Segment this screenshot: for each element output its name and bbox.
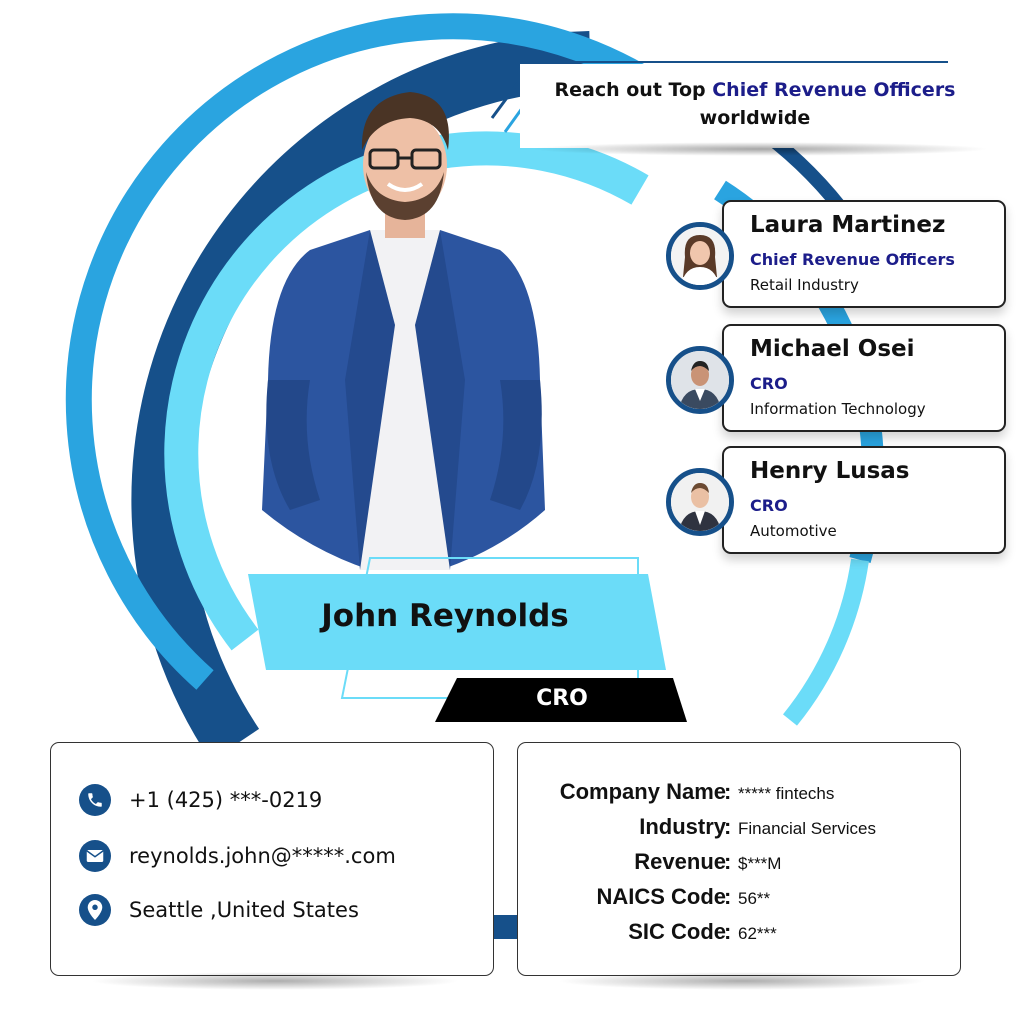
phone-icon — [79, 784, 111, 816]
profile-name: Laura Martinez — [750, 212, 946, 238]
info-value: $***M — [738, 854, 782, 873]
contact-panel: +1 (425) ***-0219 reynolds.john@*****.co… — [50, 742, 494, 976]
promo-canvas: Reach out Top Chief Revenue Officers wor… — [0, 0, 1024, 1024]
contact-phone: +1 (425) ***-0219 — [129, 788, 323, 812]
company-name-row: Company Name : ***** fintechs — [518, 779, 958, 809]
revenue-row: Revenue : $***M — [518, 849, 958, 879]
info-label: Industry — [639, 814, 726, 839]
info-value: 56** — [738, 889, 771, 908]
naics-row: NAICS Code : 56** — [518, 884, 958, 914]
woman-avatar-icon — [671, 227, 729, 285]
info-colon: : — [724, 919, 732, 944]
profile-card[interactable]: Laura Martinez Chief Revenue Officers Re… — [722, 200, 1006, 308]
profile-title: CRO — [750, 496, 788, 515]
profile-avatar — [666, 468, 734, 536]
contact-panel-shadow — [90, 972, 460, 990]
contact-phone-row[interactable]: +1 (425) ***-0219 — [79, 783, 322, 817]
right-light-arc — [782, 558, 869, 726]
contact-email-row[interactable]: reynolds.john@*****.com — [79, 839, 396, 873]
headline-part1: Reach out Top — [554, 79, 713, 101]
profile-industry: Retail Industry — [750, 276, 859, 294]
headline-part2: worldwide — [699, 107, 811, 129]
featured-name: John Reynolds — [321, 598, 569, 634]
info-value: Financial Services — [738, 819, 876, 838]
info-colon: : — [724, 849, 732, 874]
profile-name: Henry Lusas — [750, 458, 910, 484]
contact-location-row[interactable]: Seattle ,United States — [79, 893, 359, 927]
industry-row: Industry : Financial Services — [518, 814, 958, 844]
headline-text: Reach out Top Chief Revenue Officers wor… — [520, 76, 990, 132]
info-label: Revenue — [634, 849, 726, 874]
profile-card[interactable]: Michael Osei CRO Information Technology — [722, 324, 1006, 432]
info-colon: : — [724, 779, 732, 804]
contact-location: Seattle ,United States — [129, 898, 359, 922]
info-label: NAICS Code — [596, 884, 726, 909]
company-panel-shadow — [557, 972, 927, 990]
info-value: ***** fintechs — [738, 784, 835, 803]
profile-card[interactable]: Henry Lusas CRO Automotive — [722, 446, 1006, 554]
info-label: SIC Code — [628, 919, 726, 944]
profile-industry: Automotive — [750, 522, 837, 540]
sic-row: SIC Code : 62*** — [518, 919, 958, 949]
location-pin-icon — [79, 894, 111, 926]
featured-role: CRO — [536, 686, 588, 711]
man-avatar-icon — [671, 473, 729, 531]
headline-shadow — [530, 142, 990, 156]
man-avatar-icon — [671, 351, 729, 409]
info-colon: : — [724, 814, 732, 839]
profile-industry: Information Technology — [750, 400, 926, 418]
profile-name: Michael Osei — [750, 336, 915, 362]
headline-accent: Chief Revenue Officers — [712, 79, 956, 101]
profile-title: CRO — [750, 374, 788, 393]
profile-avatar — [666, 222, 734, 290]
info-value: 62*** — [738, 924, 777, 943]
mail-icon — [79, 840, 111, 872]
profile-title: Chief Revenue Officers — [750, 250, 955, 269]
profile-avatar — [666, 346, 734, 414]
contact-email: reynolds.john@*****.com — [129, 844, 396, 868]
info-label: Company Name — [559, 779, 726, 804]
company-panel: Company Name : ***** fintechs Industry :… — [517, 742, 961, 976]
info-colon: : — [724, 884, 732, 909]
featured-person-photo — [262, 92, 545, 570]
